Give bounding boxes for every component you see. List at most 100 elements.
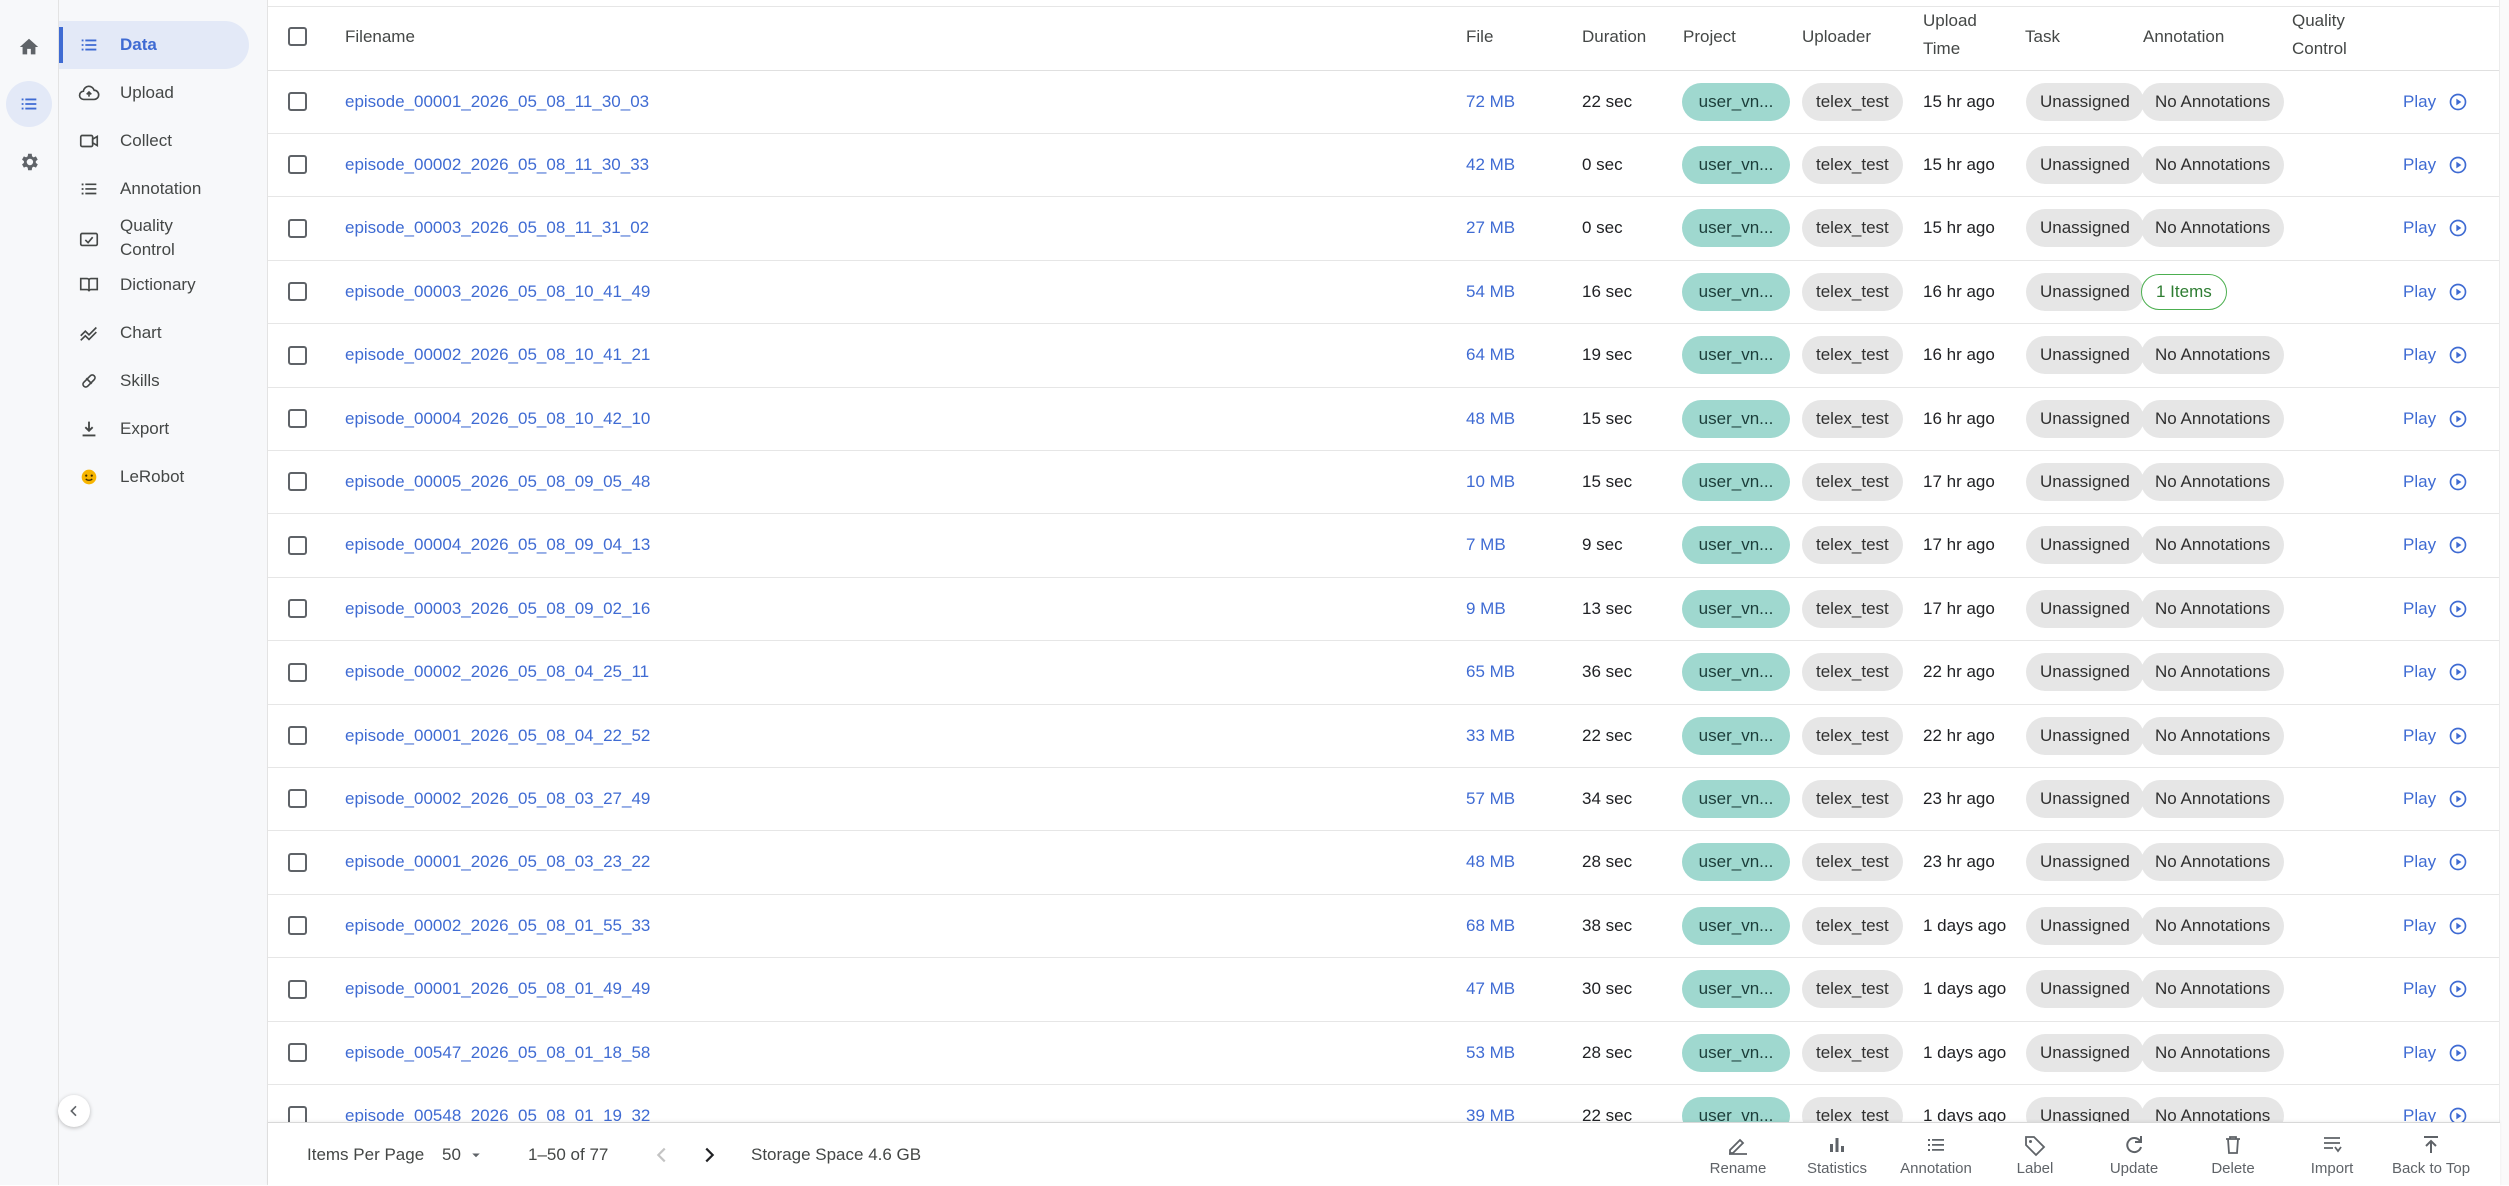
label-button[interactable]: Label xyxy=(1990,1133,2080,1183)
uploader-chip[interactable]: telex_test xyxy=(1802,970,1903,1009)
row-checkbox[interactable] xyxy=(288,472,307,492)
filename-link[interactable]: episode_00002_2026_05_08_04_25_11 xyxy=(345,641,649,704)
sidebar-item-lerobot[interactable]: LeRobot xyxy=(59,453,249,501)
filename-link[interactable]: episode_00004_2026_05_08_09_04_13 xyxy=(345,514,650,577)
annotation-chip[interactable]: No Annotations xyxy=(2141,526,2285,565)
table-row[interactable]: episode_00003_2026_05_08_09_02_16 9 MB 13 … xyxy=(268,577,2500,642)
table-row[interactable]: episode_00001_2026_05_08_11_30_03 72 MB 22… xyxy=(268,70,2500,134)
sidebar-item-export[interactable]: Export xyxy=(59,405,249,453)
play-button[interactable]: Play xyxy=(2403,641,2468,704)
task-chip[interactable]: Unassigned xyxy=(2026,526,2144,565)
annotation-chip[interactable]: No Annotations xyxy=(2141,970,2285,1009)
play-button[interactable]: Play xyxy=(2403,450,2468,513)
row-checkbox[interactable] xyxy=(288,155,307,175)
sidebar-item-skills[interactable]: Skills xyxy=(59,357,249,405)
project-chip[interactable]: user_vn... xyxy=(1682,970,1790,1009)
header-uploader[interactable]: Uploader xyxy=(1802,23,1871,51)
row-checkbox[interactable] xyxy=(288,345,307,365)
task-chip[interactable]: Unassigned xyxy=(2026,82,2144,121)
file-size[interactable]: 10 MB xyxy=(1466,450,1515,513)
project-chip[interactable]: user_vn... xyxy=(1682,209,1790,248)
annotation-chip[interactable]: No Annotations xyxy=(2141,336,2285,375)
file-size[interactable]: 42 MB xyxy=(1466,133,1515,196)
project-chip[interactable]: user_vn... xyxy=(1682,653,1790,692)
filename-link[interactable]: episode_00002_2026_05_08_01_55_33 xyxy=(345,894,650,957)
task-chip[interactable]: Unassigned xyxy=(2026,462,2144,501)
file-size[interactable]: 68 MB xyxy=(1466,894,1515,957)
filename-link[interactable]: episode_00002_2026_05_08_03_27_49 xyxy=(345,767,650,830)
uploader-chip[interactable]: telex_test xyxy=(1802,462,1903,501)
header-annotation[interactable]: Annotation xyxy=(2143,23,2224,51)
row-checkbox[interactable] xyxy=(288,282,307,302)
row-checkbox[interactable] xyxy=(288,726,307,745)
uploader-chip[interactable]: telex_test xyxy=(1802,653,1903,692)
file-size[interactable]: 7 MB xyxy=(1466,514,1506,577)
header-upload-time-line1[interactable]: Upload xyxy=(1923,7,1977,35)
table-row[interactable]: episode_00003_2026_05_08_10_41_49 54 MB 16… xyxy=(268,260,2500,325)
rename-button[interactable]: Rename xyxy=(1693,1133,1783,1183)
collapse-sidebar-button[interactable] xyxy=(58,1095,90,1127)
row-checkbox[interactable] xyxy=(288,662,307,682)
table-row[interactable]: episode_00002_2026_05_08_03_27_49 57 MB 34… xyxy=(268,767,2500,832)
sidebar-item-quality-control[interactable]: Quality Control xyxy=(59,213,249,263)
project-chip[interactable]: user_vn... xyxy=(1682,906,1790,945)
filename-link[interactable]: episode_00003_2026_05_08_11_31_02 xyxy=(345,197,649,260)
items-per-page-select[interactable]: 50 xyxy=(442,1123,485,1186)
task-chip[interactable]: Unassigned xyxy=(2026,145,2144,184)
uploader-chip[interactable]: telex_test xyxy=(1802,843,1903,882)
play-button[interactable]: Play xyxy=(2403,514,2468,577)
filename-link[interactable]: episode_00001_2026_05_08_04_22_52 xyxy=(345,704,650,767)
row-checkbox[interactable] xyxy=(288,916,307,936)
task-chip[interactable]: Unassigned xyxy=(2026,716,2144,755)
row-checkbox[interactable] xyxy=(288,409,307,428)
task-chip[interactable]: Unassigned xyxy=(2026,336,2144,375)
table-row[interactable]: episode_00547_2026_05_08_01_18_58 53 MB 28… xyxy=(268,1021,2500,1085)
annotation-chip[interactable]: No Annotations xyxy=(2141,145,2285,184)
previous-page-button[interactable] xyxy=(651,1123,673,1186)
play-button[interactable]: Play xyxy=(2403,387,2468,450)
annotation-chip[interactable]: No Annotations xyxy=(2141,399,2285,438)
play-button[interactable]: Play xyxy=(2403,577,2468,640)
sidebar-item-upload[interactable]: Upload xyxy=(59,69,249,117)
header-upload-time-line2[interactable]: Time xyxy=(1923,35,1960,63)
statistics-button[interactable]: Statistics xyxy=(1792,1133,1882,1183)
file-size[interactable]: 54 MB xyxy=(1466,260,1515,323)
next-page-button[interactable] xyxy=(698,1123,720,1186)
play-button[interactable]: Play xyxy=(2403,704,2468,767)
table-row[interactable]: episode_00002_2026_05_08_04_25_11 65 MB 36… xyxy=(268,641,2500,705)
header-quality-control-line2[interactable]: Control xyxy=(2292,35,2347,63)
filename-link[interactable]: episode_00002_2026_05_08_11_30_33 xyxy=(345,133,649,196)
table-row[interactable]: episode_00001_2026_05_08_03_23_22 48 MB 28… xyxy=(268,831,2500,895)
sidebar-item-dictionary[interactable]: Dictionary xyxy=(59,261,249,309)
row-checkbox[interactable] xyxy=(288,979,307,999)
filename-link[interactable]: episode_00002_2026_05_08_10_41_21 xyxy=(345,324,650,387)
filename-link[interactable]: episode_00001_2026_05_08_01_49_49 xyxy=(345,958,650,1021)
header-duration[interactable]: Duration xyxy=(1582,23,1646,51)
uploader-chip[interactable]: telex_test xyxy=(1802,336,1903,375)
annotation-chip[interactable]: No Annotations xyxy=(2141,209,2285,248)
filename-link[interactable]: episode_00001_2026_05_08_11_30_03 xyxy=(345,70,649,133)
project-chip[interactable]: user_vn... xyxy=(1682,843,1790,882)
file-size[interactable]: 53 MB xyxy=(1466,1021,1515,1084)
header-task[interactable]: Task xyxy=(2025,23,2060,51)
annotation-chip[interactable]: No Annotations xyxy=(2141,906,2285,945)
update-button[interactable]: Update xyxy=(2089,1133,2179,1183)
file-size[interactable]: 47 MB xyxy=(1466,958,1515,1021)
task-chip[interactable]: Unassigned xyxy=(2026,970,2144,1009)
task-chip[interactable]: Unassigned xyxy=(2026,653,2144,692)
play-button[interactable]: Play xyxy=(2403,133,2468,196)
sidebar-item-annotation[interactable]: Annotation xyxy=(59,165,249,213)
uploader-chip[interactable]: telex_test xyxy=(1802,779,1903,818)
row-checkbox[interactable] xyxy=(288,852,307,872)
settings-button[interactable] xyxy=(6,139,52,185)
project-chip[interactable]: user_vn... xyxy=(1682,716,1790,755)
project-chip[interactable]: user_vn... xyxy=(1682,526,1790,565)
table-row[interactable]: episode_00004_2026_05_08_09_04_13 7 MB 9 s… xyxy=(268,514,2500,578)
table-row[interactable]: episode_00001_2026_05_08_04_22_52 33 MB 22… xyxy=(268,704,2500,768)
uploader-chip[interactable]: telex_test xyxy=(1802,82,1903,121)
row-checkbox[interactable] xyxy=(288,1043,307,1062)
task-chip[interactable]: Unassigned xyxy=(2026,906,2144,945)
table-row[interactable]: episode_00002_2026_05_08_01_55_33 68 MB 38… xyxy=(268,894,2500,959)
table-row[interactable]: episode_00005_2026_05_08_09_05_48 10 MB 15… xyxy=(268,450,2500,515)
uploader-chip[interactable]: telex_test xyxy=(1802,716,1903,755)
